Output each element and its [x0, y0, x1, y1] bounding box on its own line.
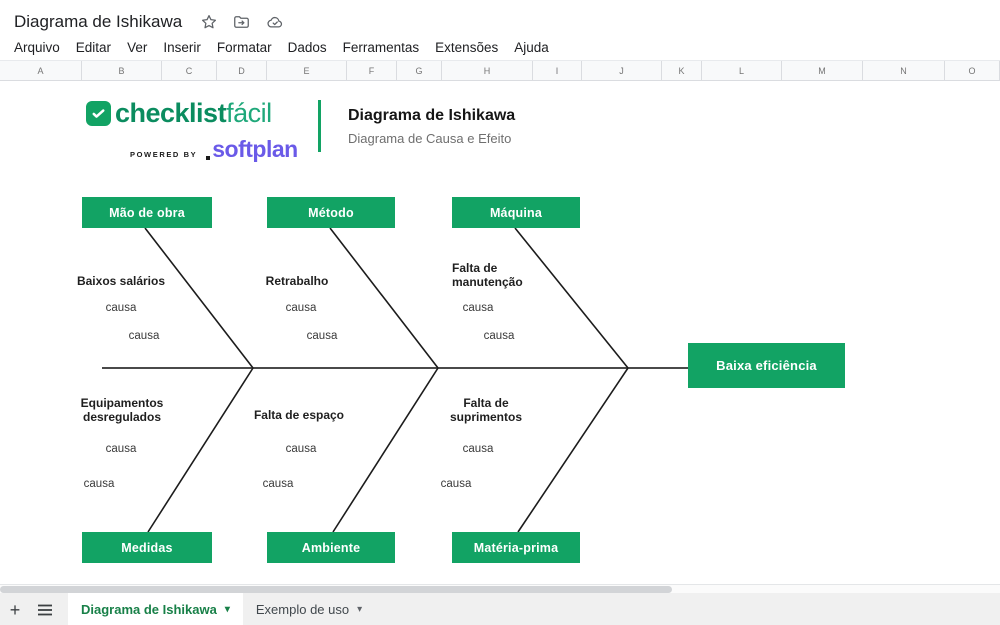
- subcause-label-4-2: causa: [84, 478, 115, 490]
- column-header-G[interactable]: G: [397, 61, 442, 80]
- document-title[interactable]: Diagrama de Ishikawa: [14, 12, 182, 34]
- subcause-label-3-2: causa: [484, 330, 515, 342]
- add-sheet-button[interactable]: +: [2, 593, 28, 625]
- horizontal-scrollbar-track[interactable]: [0, 584, 1000, 593]
- category-box-1: Mão de obra: [82, 197, 212, 228]
- category-box-2: Método: [267, 197, 395, 228]
- column-header-D[interactable]: D: [217, 61, 267, 80]
- column-header-L[interactable]: L: [702, 61, 782, 80]
- cause-label-6: Falta de suprimentos: [436, 396, 536, 424]
- menu-bar: ArquivoEditarVerInserirFormatarDadosFerr…: [0, 34, 1000, 60]
- document-actions: [200, 13, 285, 34]
- category-box-4: Medidas: [82, 532, 212, 563]
- category-box-3: Máquina: [452, 197, 580, 228]
- chevron-down-icon[interactable]: ▾: [225, 604, 230, 615]
- column-header-row: ABCDEFGHIJKLMNO: [0, 60, 1000, 81]
- column-header-B[interactable]: B: [82, 61, 162, 80]
- subcause-label-6-1: causa: [463, 443, 494, 455]
- column-header-M[interactable]: M: [782, 61, 863, 80]
- column-header-I[interactable]: I: [533, 61, 582, 80]
- cause-label-2: Retrabalho: [227, 274, 367, 288]
- hamburger-icon: [38, 604, 52, 616]
- subcause-label-5-2: causa: [263, 478, 294, 490]
- sheet-tab-bar: + Diagrama de Ishikawa ▾ Exemplo de uso …: [0, 593, 1000, 625]
- effect-box: Baixa eficiência: [688, 343, 845, 388]
- menu-inserir[interactable]: Inserir: [155, 37, 209, 58]
- cause-label-3: Falta de manutenção: [452, 261, 542, 289]
- move-to-folder-icon[interactable]: [232, 13, 251, 31]
- spreadsheet-app: Diagrama de Ishikawa ArquivoEd: [0, 0, 1000, 625]
- sheet-tab-diagrama[interactable]: Diagrama de Ishikawa ▾: [68, 593, 243, 625]
- title-bar: Diagrama de Ishikawa: [0, 0, 1000, 34]
- menu-editar[interactable]: Editar: [68, 37, 119, 58]
- column-header-E[interactable]: E: [267, 61, 347, 80]
- menu-arquivo[interactable]: Arquivo: [6, 37, 68, 58]
- menu-ver[interactable]: Ver: [119, 37, 155, 58]
- menu-dados[interactable]: Dados: [280, 37, 335, 58]
- column-header-K[interactable]: K: [662, 61, 702, 80]
- subcause-label-3-1: causa: [463, 302, 494, 314]
- subcause-label-4-1: causa: [106, 443, 137, 455]
- subcause-label-1-1: causa: [106, 302, 137, 314]
- menu-extensoes[interactable]: Extensões: [427, 37, 506, 58]
- all-sheets-button[interactable]: [32, 593, 58, 625]
- cause-label-1: Baixos salários: [51, 274, 191, 288]
- subcause-label-1-2: causa: [129, 330, 160, 342]
- chevron-down-icon[interactable]: ▾: [357, 604, 362, 615]
- menu-formatar[interactable]: Formatar: [209, 37, 280, 58]
- column-header-O[interactable]: O: [945, 61, 1000, 80]
- star-icon[interactable]: [200, 13, 218, 31]
- menu-ajuda[interactable]: Ajuda: [506, 37, 557, 58]
- sheet-tab-label: Diagrama de Ishikawa: [81, 602, 217, 617]
- menu-ferramentas[interactable]: Ferramentas: [335, 37, 428, 58]
- cause-label-4: Equipamentos desregulados: [66, 396, 178, 424]
- category-box-5: Ambiente: [267, 532, 395, 563]
- sheet-tab-label: Exemplo de uso: [256, 602, 349, 617]
- column-header-H[interactable]: H: [442, 61, 533, 80]
- category-box-6: Matéria-prima: [452, 532, 580, 563]
- sheet-canvas: checklistfácil POWERED BY softplan Diagr…: [0, 81, 1000, 584]
- column-header-C[interactable]: C: [162, 61, 217, 80]
- column-header-J[interactable]: J: [582, 61, 662, 80]
- sheet-tab-exemplo[interactable]: Exemplo de uso ▾: [243, 593, 375, 625]
- subcause-label-2-1: causa: [286, 302, 317, 314]
- horizontal-scrollbar-thumb[interactable]: [0, 586, 672, 593]
- column-header-F[interactable]: F: [347, 61, 397, 80]
- column-header-N[interactable]: N: [863, 61, 945, 80]
- column-header-A[interactable]: A: [0, 61, 82, 80]
- subcause-label-6-2: causa: [441, 478, 472, 490]
- plus-icon: +: [10, 601, 21, 619]
- subcause-label-2-2: causa: [307, 330, 338, 342]
- subcause-label-5-1: causa: [286, 443, 317, 455]
- cause-label-5: Falta de espaço: [219, 408, 379, 422]
- cloud-saved-icon[interactable]: [265, 13, 285, 31]
